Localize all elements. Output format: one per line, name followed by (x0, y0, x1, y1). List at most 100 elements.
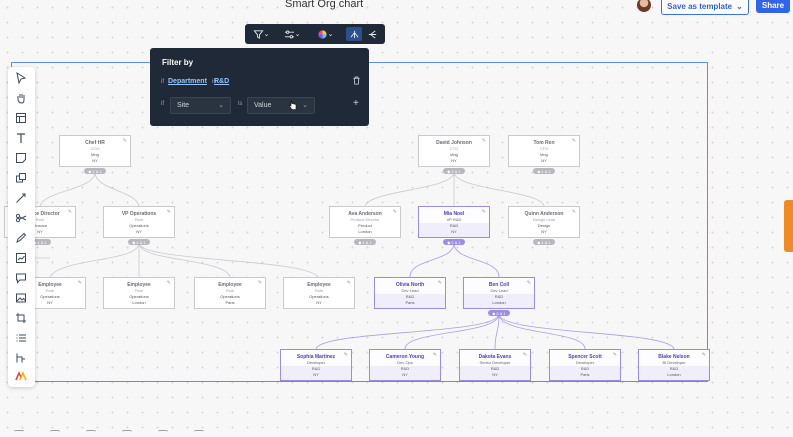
save-as-template-button[interactable]: Save as template ⌄ (661, 0, 749, 15)
reports-badge[interactable]: ◆ 1 & 1 (354, 239, 376, 245)
trash-icon[interactable] (352, 76, 361, 85)
org-card-emp3[interactable]: Employee Role Operations Paris ✎ (194, 277, 266, 309)
color-wheel-icon[interactable]: ⌄ (314, 27, 336, 41)
org-card-blake[interactable]: Blake Nelson BI Developer R&D London ✎ (638, 349, 710, 381)
connector-icon[interactable] (14, 191, 28, 205)
org-card-david[interactable]: David Johnson CTO Mng NY ✎ (418, 135, 490, 167)
card-department: R&D (400, 366, 410, 371)
org-card-emp4[interactable]: Employee Role Operations NY ✎ (283, 277, 355, 309)
edit-pencil-icon[interactable]: ✎ (482, 138, 486, 144)
tree-icon[interactable] (14, 351, 28, 365)
card-department: Mng (91, 152, 99, 157)
edit-pencil-icon[interactable]: ✎ (482, 209, 486, 215)
org-card-mia[interactable]: Mia Noel VP R&D R&D NY ✎ (418, 206, 490, 238)
chart-icon[interactable] (14, 251, 28, 265)
org-card-spencer[interactable]: Spencer Scott Developer R&D Paris ✎ (549, 349, 621, 381)
edit-pencil-icon[interactable]: ✎ (393, 209, 397, 215)
org-card-olivia[interactable]: Olivia North Dev Lead R&D Paris ✎ (374, 277, 446, 309)
apps-icon[interactable] (14, 369, 28, 383)
frame-icon[interactable] (14, 111, 28, 125)
edit-pencil-icon[interactable]: ✎ (572, 138, 576, 144)
card-location: NY (451, 158, 457, 163)
org-card-cameron[interactable]: Cameron Young Dev Ops R&D NY ✎ (369, 349, 441, 381)
org-chart-toolbar: ⌄ ⌄ ⌄ (245, 24, 385, 44)
org-card-ava[interactable]: Ava Anderson Product Director Product Londo… (329, 206, 401, 238)
card-title: Role (134, 288, 144, 293)
card-location: NY (492, 372, 498, 377)
add-rule-button[interactable]: + (353, 98, 359, 109)
reports-badge[interactable]: ◆ 2 & 1 (443, 168, 465, 174)
image-icon[interactable] (14, 291, 28, 305)
card-title: Role (314, 288, 324, 293)
card-department: Operations (129, 294, 149, 299)
pointer-cursor-icon (289, 100, 297, 110)
reports-badge[interactable]: ◆ 1 & 1 (84, 168, 106, 174)
pen-icon[interactable] (14, 231, 28, 245)
reports-badge[interactable]: ◆ 1 & 1 (533, 168, 555, 174)
text-icon[interactable] (14, 131, 28, 145)
rule1-value[interactable]: R&D (214, 78, 229, 85)
comment-icon[interactable] (14, 271, 28, 285)
chevron-down-icon: ⌄ (736, 2, 743, 11)
org-card-tom[interactable]: Tom Ren CFO Mng NY ✎ (508, 135, 580, 167)
board-title[interactable]: Smart Org chart (285, 0, 363, 10)
reports-badge[interactable]: ◆ 5 & 1 (488, 310, 510, 316)
chevron-down-icon: ⌄ (218, 102, 224, 109)
rule1-field[interactable]: Department (168, 78, 207, 85)
org-card-dakota[interactable]: Dakota Evans Senior Developer R&D NY ✎ (459, 349, 531, 381)
rule2-field-select[interactable]: Site ⌄ (170, 97, 231, 114)
edit-pencil-icon[interactable]: ✎ (347, 280, 351, 286)
layout-left-icon[interactable] (364, 27, 380, 41)
feedback-tab[interactable] (784, 200, 793, 252)
rule2-value-placeholder: Value (254, 102, 272, 109)
sliders-icon[interactable]: ⌄ (281, 27, 303, 41)
card-title: Dev Lead (401, 288, 419, 293)
reports-badge[interactable]: ◆ 1 & 1 (533, 239, 555, 245)
card-department: Operations (129, 223, 149, 228)
rule2-field-label: Site (177, 102, 190, 109)
crop-icon[interactable] (14, 311, 28, 325)
edit-pencil-icon[interactable]: ✎ (433, 352, 437, 358)
edit-pencil-icon[interactable]: ✎ (527, 280, 531, 286)
org-card-vpops[interactable]: VP Operations Role Operations NY ✎ (103, 206, 175, 238)
edit-pencil-icon[interactable]: ✎ (572, 209, 576, 215)
edit-pencil-icon[interactable]: ✎ (167, 280, 171, 286)
filter-panel: Filter by if Department is R&D if Site ⌄… (150, 48, 369, 126)
org-card-sophia[interactable]: Sophia Martinez Developer R&D NY ✎ (280, 349, 352, 381)
reports-badge[interactable]: ◆ 2 & 1 (443, 239, 465, 245)
list-icon[interactable] (14, 331, 28, 345)
rule1-if-label: if (161, 79, 164, 85)
edit-pencil-icon[interactable]: ✎ (167, 209, 171, 215)
edit-pencil-icon[interactable]: ✎ (258, 280, 262, 286)
card-title: Senior Developer (479, 360, 511, 365)
edit-pencil-icon[interactable]: ✎ (438, 280, 442, 286)
edit-pencil-icon[interactable]: ✎ (613, 352, 617, 358)
edit-pencil-icon[interactable]: ✎ (78, 280, 82, 286)
reports-badge[interactable]: ◆ 4 & 1 (128, 239, 150, 245)
card-location: NY (316, 300, 322, 305)
edit-pencil-icon[interactable]: ✎ (702, 352, 706, 358)
chevron-down-icon: ⌄ (302, 102, 308, 109)
top-bar: Smart Org chart Save as template ⌄ Share (0, 0, 793, 15)
edit-pencil-icon[interactable]: ✎ (344, 352, 348, 358)
card-title: CTO (449, 146, 459, 151)
sticky-note-icon[interactable] (14, 151, 28, 165)
scissors-icon[interactable] (14, 211, 28, 225)
card-location: Paris (405, 300, 415, 305)
org-card-quinn[interactable]: Quinn Anderson Design Lead Design NY ✎ (508, 206, 580, 238)
org-card-emp2[interactable]: Employee Role Operations London ✎ (103, 277, 175, 309)
shapes-icon[interactable] (14, 171, 28, 185)
layout-up-icon[interactable] (346, 27, 362, 41)
edit-pencil-icon[interactable]: ✎ (523, 352, 527, 358)
hand-icon[interactable] (14, 91, 28, 105)
org-card-ben[interactable]: Ben Coll Dev Lead R&D London ✎ (463, 277, 535, 309)
share-button[interactable]: Share (756, 0, 790, 13)
filter-icon[interactable]: ⌄ (250, 27, 272, 41)
select-icon[interactable] (14, 71, 28, 85)
avatar[interactable] (637, 0, 651, 12)
card-location: London (358, 229, 372, 234)
edit-pencil-icon[interactable]: ✎ (68, 209, 72, 215)
org-card-chef[interactable]: Chef HR COO Mng NY ✎ (59, 135, 131, 167)
rule2-value-select[interactable]: Value ⌄ (247, 97, 315, 114)
edit-pencil-icon[interactable]: ✎ (123, 138, 127, 144)
